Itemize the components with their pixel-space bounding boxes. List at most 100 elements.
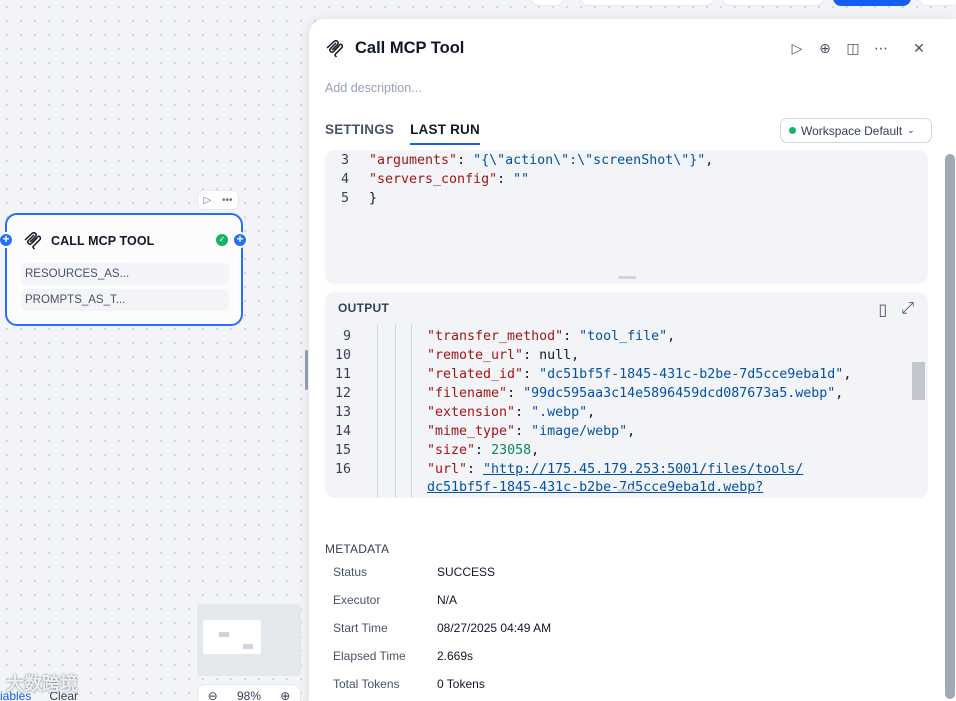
code-line: "remote_url": null,: [427, 346, 579, 365]
output-box: OUTPUT ▯ ⤢ 9 "transfer_method": "tool_fil…: [325, 292, 928, 498]
code-wrap-line: dc51bf5f-1845-431c-b2be-7d5cce9eba1d.web…: [427, 480, 764, 495]
metadata-label: Total Tokens: [333, 677, 400, 691]
code-key: "filename": [427, 386, 508, 401]
code-key: "transfer_method": [427, 329, 564, 344]
line-number: 5: [340, 191, 349, 206]
minimap[interactable]: [197, 604, 301, 676]
panel-scrollbar-thumb[interactable]: [945, 154, 955, 699]
output-scrollbar-thumb[interactable]: [912, 362, 925, 400]
panel-resize-handle[interactable]: [305, 350, 308, 390]
more-icon[interactable]: •••: [222, 195, 233, 206]
code-line: "filename": "99dc595aa3c14e5896459dcd087…: [427, 384, 843, 403]
metadata-row: Start Time 08/27/2025 04:49 AM: [333, 621, 551, 635]
code-sep: :: [507, 386, 524, 401]
toolbar-button[interactable]: [580, 0, 714, 6]
tab-settings[interactable]: SETTINGS: [325, 122, 394, 145]
code-key: "extension": [427, 405, 516, 420]
metadata-value: SUCCESS: [437, 565, 496, 579]
code-line: "related_id": "dc51bf5f-1845-431c-b2be-7…: [427, 365, 851, 384]
zoom-out-icon[interactable]: ⊖: [208, 689, 218, 701]
code-sep: :: [497, 172, 514, 187]
zoom-level[interactable]: 98%: [237, 689, 261, 701]
metadata-row: Total Tokens 0 Tokens: [333, 677, 485, 691]
output-label: OUTPUT: [338, 301, 390, 315]
copy-clipboard-icon[interactable]: ▯: [878, 300, 887, 320]
metadata-label: Start Time: [333, 621, 388, 635]
code-tail: ,: [667, 329, 676, 344]
workspace-select-value: Workspace Default: [801, 123, 903, 138]
run-icon[interactable]: ▷: [790, 40, 804, 56]
code-line: "arguments": "{\"action\":\"screenShot\"…: [369, 151, 713, 170]
metadata-label: Executor: [333, 593, 381, 607]
indent-guide: [411, 325, 412, 498]
code-value: "tool_file": [579, 329, 668, 344]
code-key: "remote_url": [427, 348, 524, 363]
workspace-select[interactable]: Workspace Default ⌄: [780, 118, 932, 143]
code-value: "": [513, 172, 530, 187]
locate-icon[interactable]: ⊕: [818, 40, 832, 56]
watermark: 大数跨境: [6, 674, 78, 694]
code-line: "servers_config": "": [369, 170, 529, 189]
code-line: "size": 23058,: [427, 441, 539, 460]
code-value: "{\"action\":\"screenShot\"}": [473, 153, 706, 168]
metadata-row: Executor N/A: [333, 593, 457, 607]
code-key: "mime_type": [427, 424, 516, 439]
resize-grip[interactable]: [618, 276, 636, 279]
code-value: null: [539, 348, 572, 363]
toolbar-button[interactable]: [722, 0, 824, 6]
code-value: "image/webp": [531, 424, 628, 439]
status-dot-icon: [789, 127, 796, 134]
input-handle[interactable]: +: [0, 232, 14, 248]
panel-scrollbar[interactable]: [945, 154, 955, 699]
zoom-in-icon[interactable]: ⊕: [280, 689, 290, 701]
expand-icon[interactable]: ⤢: [901, 300, 914, 320]
panel-toolbar: ▷ ⊕ ◫ ⋯ ✕: [790, 40, 926, 56]
docs-book-icon[interactable]: ◫: [846, 40, 860, 56]
call-mcp-tool-node[interactable]: CALL MCP TOOL ✓ + + RESOURCES_AS... PROM…: [0, 213, 248, 326]
metadata-row: Status SUCCESS: [333, 565, 495, 579]
line-number: 15: [334, 443, 351, 458]
code-line: "extension": ".webp",: [427, 403, 595, 422]
code-key: "servers_config": [369, 172, 498, 187]
more-icon[interactable]: ⋯: [874, 40, 888, 56]
code-line: "mime_type": "image/webp",: [427, 422, 635, 441]
metadata-value: 08/27/2025 04:49 AM: [437, 621, 552, 635]
description-input[interactable]: Add description...: [325, 81, 422, 95]
code-sep: :: [523, 348, 540, 363]
resize-grip[interactable]: [618, 489, 636, 492]
tab-last-run[interactable]: LAST RUN: [410, 122, 480, 145]
panel-tabs: SETTINGS LAST RUN: [325, 122, 480, 145]
metadata-title: METADATA: [325, 542, 390, 556]
indent-guide: [395, 325, 396, 498]
output-handle[interactable]: +: [232, 232, 248, 248]
metadata-label: Elapsed Time: [333, 649, 406, 663]
line-number: 9: [342, 329, 351, 344]
code-value: 23058: [491, 443, 532, 458]
publish-button[interactable]: [833, 0, 911, 6]
run-node-icon[interactable]: ▷: [203, 195, 211, 206]
metadata-label: Status: [333, 565, 368, 579]
zoom-control: ⊖ 98% ⊕: [197, 684, 301, 701]
node-title: CALL MCP TOOL: [51, 234, 155, 248]
node-header: CALL MCP TOOL: [23, 232, 154, 250]
code-tail: ,: [531, 443, 540, 458]
code-value[interactable]: "http://175.45.179.253:5001/files/tools/: [483, 462, 803, 477]
toolbar-button[interactable]: [530, 0, 564, 6]
code-sep: :: [515, 405, 532, 420]
code-tail: ,: [843, 367, 852, 382]
input-code-box: 3 "arguments": "{\"action\":\"screenShot…: [325, 150, 928, 284]
node-actions: ▷ •••: [197, 190, 239, 210]
line-number: 10: [334, 348, 351, 363]
code-sep: :: [467, 462, 484, 477]
metadata-row: Elapsed Time 2.669s: [333, 649, 473, 663]
code-value: "dc51bf5f-1845-431c-b2be-7d5cce9eba1d": [539, 367, 844, 382]
code-key: "related_id": [427, 367, 524, 382]
toolbar-button[interactable]: [919, 0, 956, 6]
code-sep: :: [457, 153, 474, 168]
code-tail: ,: [627, 424, 636, 439]
code-key: "url": [427, 462, 468, 477]
line-number: 12: [334, 386, 351, 401]
panel-title[interactable]: Call MCP Tool: [355, 39, 464, 58]
close-icon[interactable]: ✕: [912, 40, 926, 56]
code-tail: ,: [587, 405, 596, 420]
